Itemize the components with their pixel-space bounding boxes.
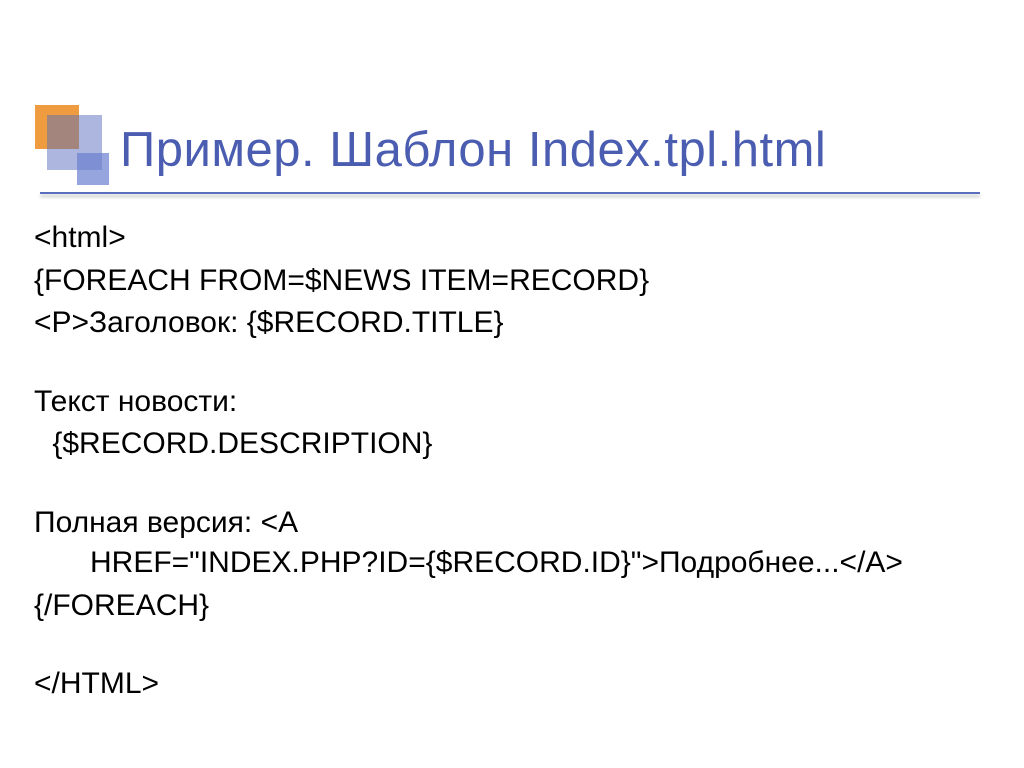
code-line: <html> bbox=[34, 218, 974, 259]
code-line: <P>Заголовок: {$RECORD.TITLE} bbox=[34, 303, 974, 344]
code-line: {$RECORD.DESCRIPTION} bbox=[34, 424, 974, 465]
small-blue-square-icon bbox=[77, 153, 109, 185]
code-line: {FOREACH FROM=$NEWS ITEM=RECORD} bbox=[34, 261, 974, 302]
blank-line bbox=[34, 467, 974, 503]
code-line: </HTML> bbox=[34, 664, 974, 705]
corner-decoration bbox=[35, 105, 125, 195]
code-line: HREF="INDEX.PHP?ID={$RECORD.ID}">Подробн… bbox=[34, 543, 974, 584]
code-line: Текст новости: bbox=[34, 382, 974, 423]
code-body: <html> {FOREACH FROM=$NEWS ITEM=RECORD} … bbox=[34, 218, 974, 707]
code-line: {/FOREACH} bbox=[34, 586, 974, 627]
blank-line bbox=[34, 346, 974, 382]
slide-title: Пример. Шаблон Index.tpl.html bbox=[120, 122, 826, 178]
title-underline bbox=[40, 192, 980, 194]
code-line: Полная версия: <A bbox=[34, 503, 974, 544]
slide: Пример. Шаблон Index.tpl.html <html> {FO… bbox=[0, 0, 1024, 768]
blank-line bbox=[34, 628, 974, 664]
